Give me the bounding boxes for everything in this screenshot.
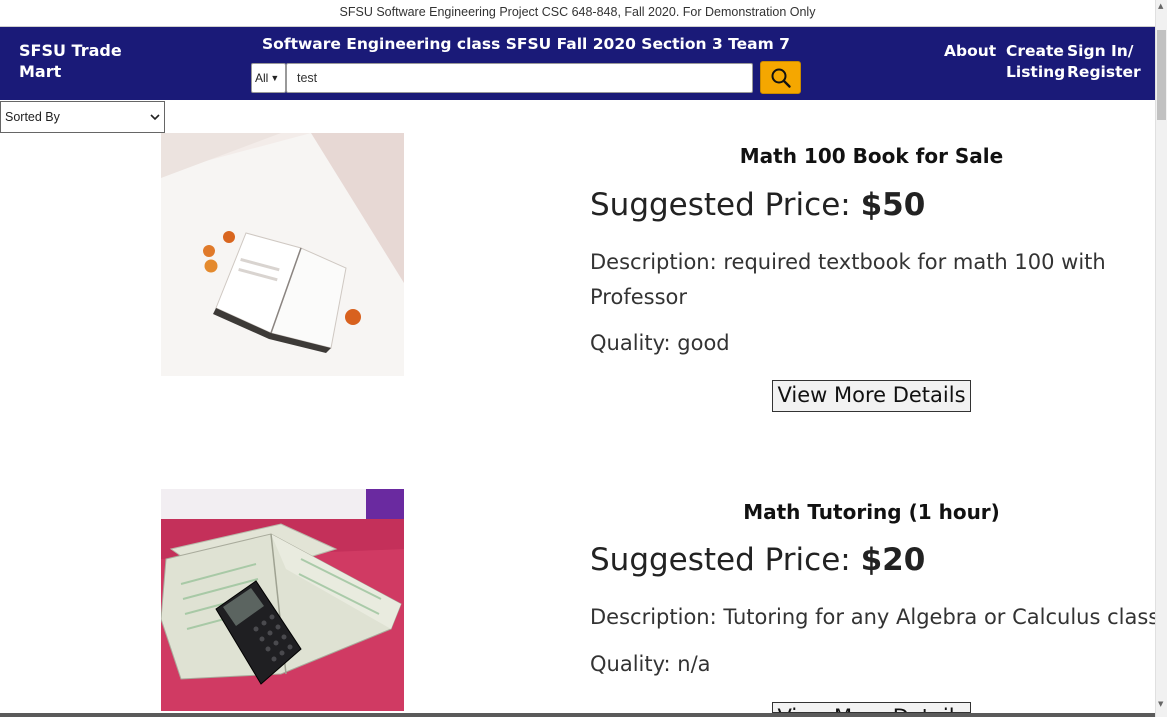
view-more-details-button[interactable]: View More Details (772, 702, 971, 713)
search-button[interactable] (760, 61, 801, 94)
chevron-down-icon: ▼ (270, 73, 280, 83)
demo-banner: SFSU Software Engineering Project CSC 64… (0, 0, 1155, 27)
listing-quality: Quality: good (590, 331, 730, 355)
category-select-value: All (255, 71, 269, 85)
listing-quality: Quality: n/a (590, 652, 711, 676)
scroll-up-arrow-icon[interactable]: ▲ (1158, 2, 1163, 10)
scroll-down-arrow-icon[interactable]: ▼ (1158, 700, 1163, 708)
sort-select[interactable]: Sorted By (0, 101, 165, 133)
window-bottom-edge (0, 713, 1155, 717)
listing-description: Description: Tutoring for any Algebra or… (590, 605, 1160, 629)
about-link[interactable]: About (944, 41, 996, 62)
price-label: Suggested Price: (590, 542, 861, 578)
listing-price: Suggested Price: $20 (590, 542, 925, 578)
category-select[interactable]: All ▼ (251, 63, 286, 93)
listing-image-tutoring[interactable] (161, 489, 404, 711)
top-navbar: SFSU Trade Mart Software Engineering cla… (0, 27, 1155, 100)
search-input[interactable]: test (286, 63, 753, 93)
scrollbar-thumb[interactable] (1157, 30, 1166, 120)
site-title: Software Engineering class SFSU Fall 202… (262, 35, 790, 53)
price-amount: $20 (860, 542, 926, 578)
search-icon (771, 68, 791, 88)
price-amount: $50 (860, 187, 926, 223)
listing-description: Description: required textbook for math … (590, 250, 1106, 309)
listing-title[interactable]: Math 100 Book for Sale (590, 144, 1153, 168)
brand-link[interactable]: SFSU Trade Mart (19, 40, 139, 82)
price-label: Suggested Price: (590, 187, 861, 223)
listing-title[interactable]: Math Tutoring (1 hour) (590, 500, 1153, 524)
chevron-down-icon (150, 114, 160, 121)
sign-in-register-link[interactable]: Sign In/ Register (1067, 41, 1141, 83)
view-more-details-button[interactable]: View More Details (772, 380, 971, 412)
listing-image-book[interactable] (161, 133, 404, 376)
sort-select-label: Sorted By (5, 110, 60, 124)
demo-banner-text: SFSU Software Engineering Project CSC 64… (339, 5, 816, 19)
listing-price: Suggested Price: $50 (590, 187, 925, 223)
create-listing-link[interactable]: Create Listing (1006, 41, 1065, 83)
